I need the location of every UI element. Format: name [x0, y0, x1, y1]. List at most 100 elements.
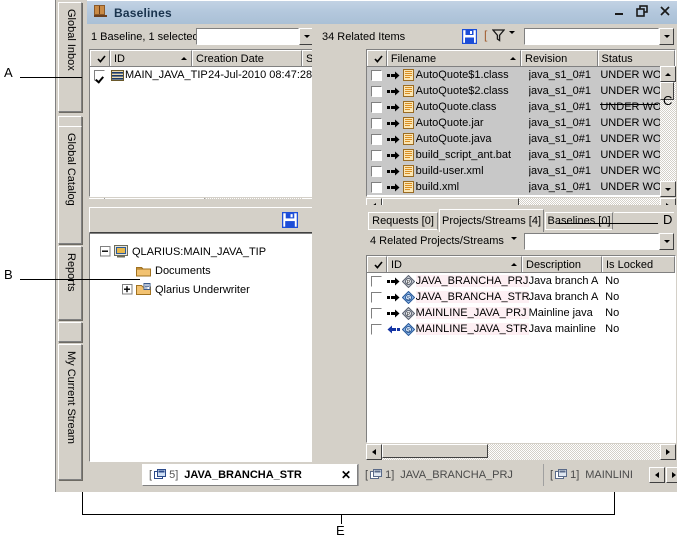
related-items-filter-dropdown[interactable] [659, 28, 674, 45]
close-icon[interactable]: ✕ [331, 468, 351, 482]
table-row[interactable]: S MAINLINE_JAVA_STR Java mainline No [367, 321, 675, 337]
projects-col-is-locked[interactable]: Is Locked [602, 256, 675, 272]
callout-a-line [20, 77, 82, 78]
chevron-down-icon[interactable] [509, 31, 515, 46]
baselines-filter-input[interactable] [196, 28, 299, 45]
document-tab-bar: [ 5 ] JAVA_BRANCHA_STR ✕ [1] JAVA_BRAN… [142, 464, 677, 486]
table-row[interactable]: AutoQuote.jar java_s1_0#1 UNDER WO [367, 115, 675, 131]
book-icon [93, 4, 108, 21]
projects-col-description-label: Description [526, 258, 582, 271]
tab-requests-label: Requests [0] [372, 215, 434, 227]
row-checkbox[interactable] [367, 69, 386, 81]
minimize-icon[interactable] [612, 4, 626, 18]
row-checkbox[interactable] [367, 181, 386, 193]
tree-expander-plus-icon[interactable] [122, 284, 133, 295]
row-checkbox[interactable] [367, 307, 386, 319]
tree-node[interactable]: Qlarius Underwriter [90, 280, 317, 299]
projects-hscrollbar[interactable] [366, 444, 676, 460]
row-checkbox[interactable] [367, 291, 386, 303]
projects-col-id[interactable]: ID [387, 256, 522, 272]
doctab-next-button[interactable] [666, 467, 677, 483]
detail-pane: Requests [0] Projects/Streams [4] Baseli… [312, 205, 677, 464]
baselines-col-creation-date[interactable]: Creation Date [192, 50, 302, 66]
sort-ascending-icon [511, 263, 517, 266]
row-checkbox[interactable] [367, 117, 386, 129]
baselines-pane: 1 Baseline, 1 selected ID Creation Date [87, 24, 320, 214]
related-item-revision: java_s1_0#1 [528, 69, 591, 81]
related-items-vscrollbar[interactable] [660, 66, 676, 197]
doctab-prev-button[interactable] [649, 467, 665, 483]
hscroll-thumb[interactable] [382, 444, 488, 458]
related-items-rows: AutoQuote$1.class java_s1_0#1 UNDER WO Auto… [367, 67, 675, 195]
table-row[interactable]: S JAVA_BRANCHA_STR Java branch A No [367, 289, 675, 305]
related-items-pane: 34 Related Items [Filename Revision Sta… [312, 24, 677, 214]
projects-filter-dropdown[interactable] [659, 233, 674, 250]
table-row[interactable]: AutoQuote$1.class java_s1_0#1 UNDER WO [367, 67, 675, 83]
tree-view[interactable]: QLARIUS:MAIN_JAVA_TIP Documents Qlarius Un… [89, 233, 318, 462]
table-row[interactable]: P JAVA_BRANCHA_PRJ Java branch A No [367, 273, 675, 289]
doctab-java-brancha-str[interactable]: [ 5 ] JAVA_BRANCHA_STR ✕ [142, 464, 358, 486]
tab-baselines[interactable]: Baselines [0] [545, 212, 613, 230]
tree-expander-minus-icon[interactable] [100, 246, 111, 257]
table-row[interactable]: build.xml java_s1_0#1 UNDER WO [367, 179, 675, 195]
baselines-row-checkbox[interactable] [90, 69, 109, 81]
related-items-col-status[interactable]: Status [597, 50, 675, 66]
projects-col-is-locked-label: Is Locked [606, 258, 654, 271]
sort-ascending-icon [181, 57, 187, 60]
chevron-down-icon [663, 240, 670, 243]
row-checkbox[interactable] [367, 275, 386, 287]
row-checkbox[interactable] [367, 85, 386, 97]
scroll-left-button[interactable] [366, 444, 382, 460]
save-icon[interactable] [281, 211, 299, 231]
table-row[interactable]: AutoQuote.class java_s1_0#1 UNDER WO [367, 99, 675, 115]
doctab-mainline[interactable]: [ 1 ] MAINLINI [543, 464, 649, 486]
filter-icon[interactable] [491, 29, 506, 45]
related-items-col-revision[interactable]: Revision [521, 50, 598, 66]
restore-icon[interactable] [635, 4, 649, 18]
arrow-right-icon [386, 277, 400, 286]
row-checkbox[interactable] [367, 165, 386, 177]
baselines-col-check[interactable] [90, 50, 110, 66]
window-titlebar[interactable]: Baselines [87, 0, 677, 24]
filter-bracket-left: [ [484, 28, 488, 42]
chevron-down-icon[interactable] [511, 237, 517, 252]
save-icon[interactable] [461, 28, 478, 47]
hscroll-track[interactable] [382, 444, 660, 460]
scroll-down-button[interactable] [660, 181, 676, 197]
row-checkbox[interactable] [367, 323, 386, 335]
table-row[interactable]: MAIN_JAVA_TIP 24-Jul-2010 08:47:28 [90, 67, 317, 83]
row-checkbox[interactable] [367, 133, 386, 145]
scroll-right-button[interactable] [660, 444, 676, 460]
projects-col-description[interactable]: Description [522, 256, 602, 272]
related-item-revision: java_s1_0#1 [528, 149, 591, 161]
vtab-my-current-stream[interactable]: My Current Stream [58, 344, 82, 480]
table-row[interactable]: P MAINLINE_JAVA_PRJ Mainline java No [367, 305, 675, 321]
related-items-filter-input[interactable] [524, 28, 659, 45]
project-stack-icon [370, 468, 383, 483]
baselines-col-id[interactable]: ID [110, 50, 192, 66]
row-checkbox[interactable] [367, 101, 386, 113]
tab-projects-streams[interactable]: Projects/Streams [4] [439, 209, 544, 232]
baselines-col-creation-date-label: Creation Date [196, 52, 264, 65]
doctab-java-brancha-prj[interactable]: [ 1 ] JAVA_BRANCHA_PRJ [358, 464, 543, 486]
projects-filter-input[interactable] [524, 233, 659, 250]
table-row[interactable]: build_script_ant.bat java_s1_0#1 UNDER WO [367, 147, 675, 163]
related-items-col-check[interactable] [367, 50, 387, 66]
arrow-right-icon [386, 167, 400, 176]
related-item-filename: AutoQuote.java [415, 133, 492, 145]
vtab-global-catalog[interactable]: Global Catalog [58, 126, 82, 244]
vtab-reports[interactable]: Reports [58, 246, 82, 320]
tree-node[interactable]: Documents [90, 261, 317, 280]
table-row[interactable]: build-user.xml java_s1_0#1 UNDER WO [367, 163, 675, 179]
vtab-global-inbox[interactable]: Global Inbox [58, 2, 82, 112]
related-items-col-filename[interactable]: Filename [386, 50, 521, 66]
table-row[interactable]: AutoQuote$2.class java_s1_0#1 UNDER WO [367, 83, 675, 99]
tab-requests[interactable]: Requests [0] [368, 212, 438, 230]
scroll-up-button[interactable] [660, 66, 676, 82]
row-checkbox[interactable] [367, 149, 386, 161]
callout-d-letter: D [663, 212, 673, 227]
tree-node[interactable]: QLARIUS:MAIN_JAVA_TIP [90, 242, 317, 261]
table-row[interactable]: AutoQuote.java java_s1_0#1 UNDER WO [367, 131, 675, 147]
projects-col-check[interactable] [367, 256, 387, 272]
close-icon[interactable] [658, 4, 672, 18]
